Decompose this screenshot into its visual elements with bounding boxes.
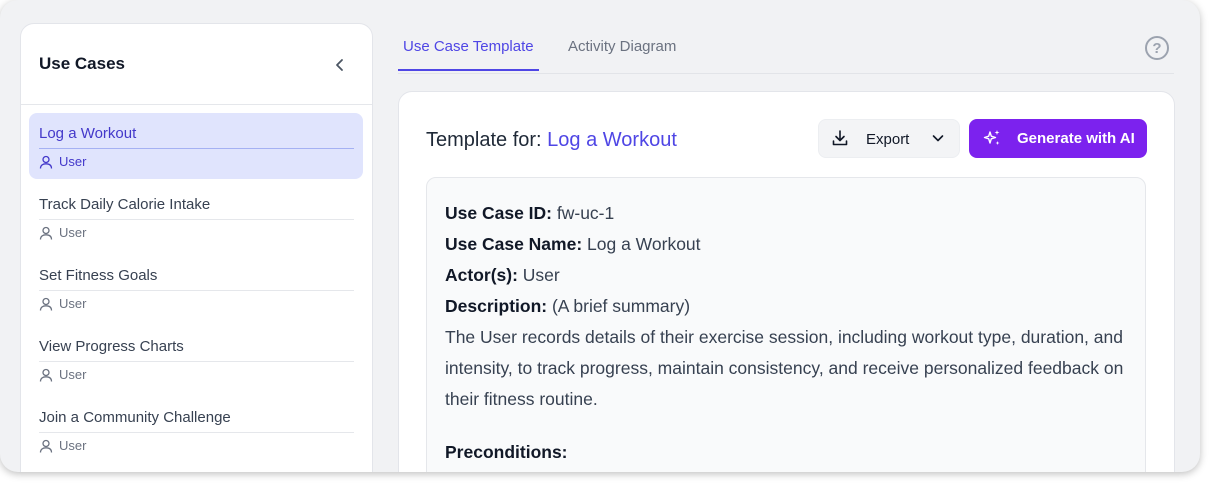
- use-case-actor: User: [39, 154, 86, 169]
- user-icon: [39, 439, 53, 453]
- view-tabs: Use Case Template Activity Diagram: [398, 28, 1174, 74]
- use-case-id-row: Use Case ID: fw-uc-1: [445, 198, 1127, 229]
- use-case-item-set-fitness-goals[interactable]: Set Fitness Goals User: [29, 255, 363, 321]
- user-icon: [39, 297, 53, 311]
- description-row: Description: (A brief summary): [445, 291, 1127, 322]
- use-case-list: Log a Workout User Track Daily Calorie I…: [29, 113, 363, 468]
- chevron-down-icon[interactable]: [931, 131, 945, 145]
- app-window: Use Cases Log a Workout User Track Daily…: [0, 0, 1200, 472]
- use-case-actor: User: [39, 367, 86, 382]
- use-case-item-track-daily-calorie-intake[interactable]: Track Daily Calorie Intake User: [29, 184, 363, 250]
- use-case-name: Track Daily Calorie Intake: [39, 196, 211, 213]
- divider: [39, 361, 354, 362]
- use-case-name-value: Log a Workout: [587, 234, 701, 254]
- download-icon: [832, 130, 848, 146]
- sidebar-title: Use Cases: [39, 54, 126, 73]
- sparkles-icon: [983, 130, 1000, 145]
- use-case-id-value: fw-uc-1: [556, 203, 615, 223]
- field-label: Actor(s):: [445, 265, 518, 285]
- use-case-name: View Progress Charts: [39, 338, 184, 355]
- help-button[interactable]: ?: [1145, 36, 1169, 60]
- divider: [39, 290, 354, 291]
- use-case-item-view-progress-charts[interactable]: View Progress Charts User: [29, 326, 363, 392]
- use-case-actor: User: [39, 225, 86, 240]
- field-label: Description:: [445, 296, 548, 316]
- chevron-left-icon: [336, 59, 343, 71]
- use-cases-sidebar: Use Cases Log a Workout User Track Daily…: [20, 23, 373, 472]
- use-case-item-join-a-community-challenge[interactable]: Join a Community Challenge User: [29, 397, 363, 463]
- user-icon: [39, 155, 53, 169]
- export-label: Export: [866, 131, 910, 148]
- sidebar-header: Use Cases: [21, 24, 372, 105]
- tab-use-case-template[interactable]: Use Case Template: [398, 38, 539, 71]
- generate-with-ai-button[interactable]: Generate with AI: [969, 119, 1147, 158]
- divider: [39, 148, 354, 149]
- use-case-name: Join a Community Challenge: [39, 409, 231, 426]
- field-label: Use Case Name:: [445, 234, 583, 254]
- description-hint: (A brief summary): [551, 296, 691, 316]
- help-circle-icon: ?: [1152, 39, 1162, 57]
- template-card: Template for: Log a Workout Export Gener…: [398, 91, 1175, 472]
- tab-activity-diagram[interactable]: Activity Diagram: [568, 38, 676, 69]
- description-text: The User records details of their exerci…: [445, 327, 1124, 409]
- card-title-prefix: Template for:: [426, 129, 542, 151]
- field-label: Use Case ID:: [445, 203, 552, 223]
- actor-label: User: [59, 225, 87, 240]
- generate-label: Generate with AI: [1017, 130, 1135, 147]
- export-button[interactable]: Export: [818, 119, 960, 158]
- actors-row: Actor(s): User: [445, 260, 1127, 291]
- use-case-template-content: Use Case ID: fw-uc-1 Use Case Name: Log …: [426, 177, 1146, 472]
- actor-label: User: [59, 296, 87, 311]
- actors-value: User: [522, 265, 560, 285]
- use-case-actor: User: [39, 296, 86, 311]
- preconditions-label: Preconditions:: [445, 442, 568, 462]
- actor-label: User: [59, 438, 87, 453]
- divider: [39, 432, 354, 433]
- actor-label: User: [59, 154, 87, 169]
- collapse-sidebar-button[interactable]: [327, 52, 353, 78]
- divider: [39, 219, 354, 220]
- use-case-item-log-a-workout[interactable]: Log a Workout User: [29, 113, 363, 179]
- card-title: Template for: Log a Workout: [426, 129, 677, 152]
- use-case-name: Log a Workout: [39, 125, 137, 142]
- use-case-name-row: Use Case Name: Log a Workout: [445, 229, 1127, 260]
- user-icon: [39, 226, 53, 240]
- use-case-actor: User: [39, 438, 86, 453]
- preconditions-row: Preconditions:: [445, 437, 1127, 468]
- use-case-name: Set Fitness Goals: [39, 267, 158, 284]
- user-icon: [39, 368, 53, 382]
- actor-label: User: [59, 367, 87, 382]
- card-title-usecase: Log a Workout: [547, 129, 677, 151]
